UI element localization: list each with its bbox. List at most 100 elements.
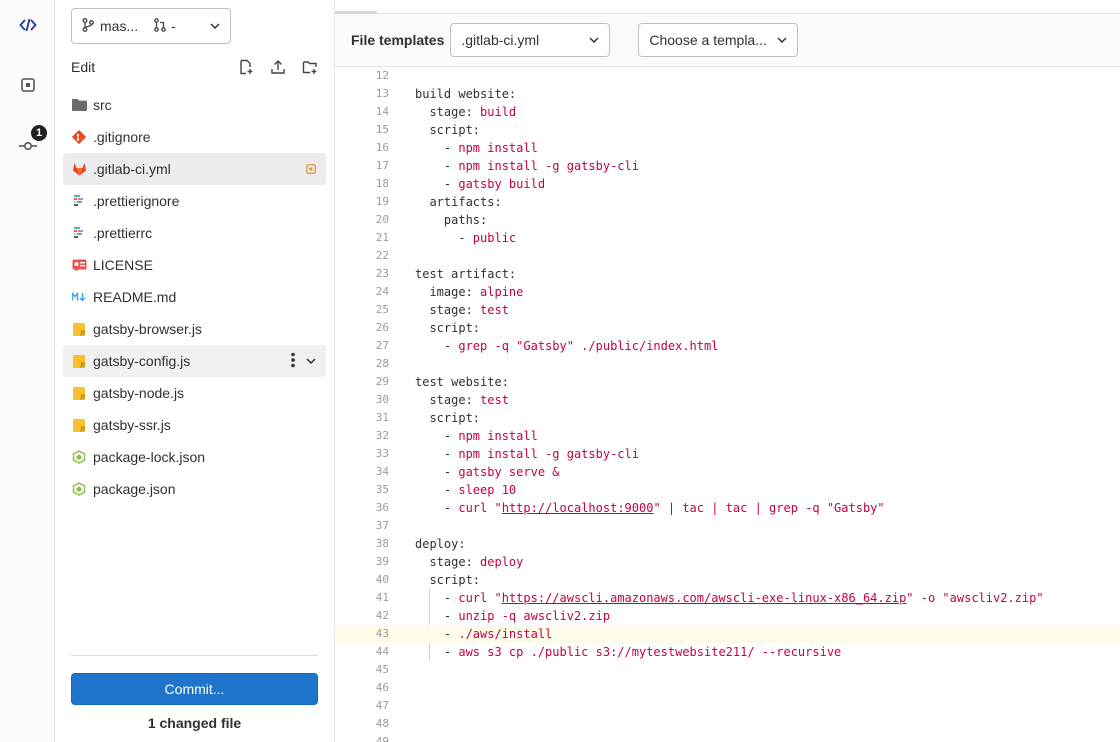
code-line[interactable]: 16 - npm install <box>335 139 1120 157</box>
review-mode-button[interactable] <box>0 61 55 111</box>
code-key: image: <box>415 285 481 299</box>
prettier-icon <box>71 193 87 209</box>
code-line[interactable]: 25 stage: test <box>335 301 1120 319</box>
line-code: - npm install -g gatsby-cli <box>415 157 639 175</box>
line-number: 24 <box>375 285 389 298</box>
code-line[interactable]: 14 stage: build <box>335 103 1120 121</box>
tree-item-readme[interactable]: README.md <box>63 281 326 313</box>
branch-dropdown[interactable]: mas... - <box>71 8 231 44</box>
code-line[interactable]: 17 - npm install -g gatsby-cli <box>335 157 1120 175</box>
tree-item-license[interactable]: LICENSE <box>63 249 326 281</box>
tree-item-label: package-lock.json <box>93 449 206 465</box>
line-code: - aws s3 cp ./public s3://mytestwebsite2… <box>415 643 841 661</box>
code-key: - <box>415 501 459 515</box>
code-line[interactable]: 44 - aws s3 cp ./public s3://mytestwebsi… <box>335 643 1120 661</box>
tree-item-gatsby-browser[interactable]: JS gatsby-browser.js <box>63 313 326 345</box>
code-line[interactable]: 48 <box>335 715 1120 733</box>
code-line[interactable]: 49 <box>335 733 1120 742</box>
code-line[interactable]: 20 paths: <box>335 211 1120 229</box>
code-line[interactable]: 47 <box>335 697 1120 715</box>
code-line[interactable]: 18 - gatsby build <box>335 175 1120 193</box>
tree-item-prettierrc[interactable]: .prettierrc <box>63 217 326 249</box>
code-line[interactable]: 34 - gatsby serve & <box>335 463 1120 481</box>
tree-item-package-lock[interactable]: package-lock.json <box>63 441 326 473</box>
code-line[interactable]: 41 - curl "https://awscli.amazonaws.com/… <box>335 589 1120 607</box>
code-line[interactable]: 22 <box>335 247 1120 265</box>
code-line[interactable]: 38 deploy: <box>335 535 1120 553</box>
tree-item-gatsby-config[interactable]: JS gatsby-config.js <box>63 345 326 377</box>
tree-item-gitlab-ci[interactable]: .gitlab-ci.yml <box>63 153 326 185</box>
code-line[interactable]: 42 - unzip -q awscliv2.zip <box>335 607 1120 625</box>
new-directory-icon[interactable] <box>301 58 319 76</box>
code-line[interactable]: 29 test website: <box>335 373 1120 391</box>
commit-button[interactable]: Commit... <box>71 673 318 705</box>
code-line[interactable]: 35 - sleep 10 <box>335 481 1120 499</box>
code-line[interactable]: 23 test artifact: <box>335 265 1120 283</box>
line-code: script: <box>415 319 480 337</box>
edit-header: Edit <box>71 52 319 82</box>
code-line[interactable]: 12 <box>335 67 1120 85</box>
line-code: build website: <box>415 85 516 103</box>
tree-item-gatsby-node[interactable]: JS gatsby-node.js <box>63 377 326 409</box>
code-line[interactable]: 26 script: <box>335 319 1120 337</box>
line-number: 46 <box>375 681 389 694</box>
code-url[interactable]: https://awscli.amazonaws.com/awscli-exe-… <box>502 591 907 605</box>
line-number: 30 <box>375 393 389 406</box>
code-line[interactable]: 27 - grep -q "Gatsby" ./public/index.htm… <box>335 337 1120 355</box>
edit-mode-button[interactable] <box>0 1 55 51</box>
code-line[interactable]: 37 <box>335 517 1120 535</box>
node-icon <box>71 481 87 497</box>
line-number: 31 <box>375 411 389 424</box>
code-line[interactable]: 31 script: <box>335 409 1120 427</box>
code-key: script: <box>415 411 481 425</box>
commit-mode-button[interactable] <box>0 121 55 171</box>
code-line[interactable]: 33 - npm install -g gatsby-cli <box>335 445 1120 463</box>
tree-item-src[interactable]: src <box>63 89 326 121</box>
code-line[interactable]: 24 image: alpine <box>335 283 1120 301</box>
code-value: curl " <box>458 591 502 605</box>
tree-item-label: .gitlab-ci.yml <box>93 161 171 177</box>
upload-icon[interactable] <box>269 58 287 76</box>
code-line[interactable]: 45 <box>335 661 1120 679</box>
code-line[interactable]: 43 - ./aws/install <box>335 625 1120 643</box>
code-key: stage: <box>415 393 481 407</box>
template-type-dropdown[interactable]: .gitlab-ci.yml <box>450 23 611 57</box>
code-url[interactable]: http://localhost:9000 <box>502 501 654 515</box>
code-line[interactable]: 46 <box>335 679 1120 697</box>
code-line[interactable]: 21 - public <box>335 229 1120 247</box>
code-line[interactable]: 39 stage: deploy <box>335 553 1120 571</box>
code-key: script: <box>415 573 481 587</box>
activity-bar: 1 <box>0 0 55 742</box>
line-number: 19 <box>375 195 389 208</box>
line-code: stage: deploy <box>415 553 523 571</box>
code-line[interactable]: 36 - curl "http://localhost:9000" | tac … <box>335 499 1120 517</box>
template-choice-dropdown[interactable]: Choose a templa... <box>638 23 799 57</box>
chevron-down-icon[interactable] <box>306 358 316 364</box>
code-line[interactable]: 40 script: <box>335 571 1120 589</box>
code-value: npm install <box>458 429 538 443</box>
line-number: 13 <box>375 87 389 100</box>
svg-text:JS: JS <box>80 330 86 336</box>
tree-item-package[interactable]: package.json <box>63 473 326 505</box>
line-code: - unzip -q awscliv2.zip <box>415 607 610 625</box>
line-code: stage: build <box>415 103 516 121</box>
line-code: artifacts: <box>415 193 501 211</box>
code-line[interactable]: 30 stage: test <box>335 391 1120 409</box>
code-key: - <box>415 339 459 353</box>
code-line[interactable]: 28 <box>335 355 1120 373</box>
code-line[interactable]: 15 script: <box>335 121 1120 139</box>
tree-item-label: package.json <box>93 481 176 497</box>
code-line[interactable]: 32 - npm install <box>335 427 1120 445</box>
tree-item-gatsby-ssr[interactable]: JS gatsby-ssr.js <box>63 409 326 441</box>
code-line[interactable]: 19 artifacts: <box>335 193 1120 211</box>
code-editor[interactable]: 12 13 build website: 14 stage: build 15 scri… <box>335 67 1120 742</box>
tree-item-gitignore[interactable]: .gitignore <box>63 121 326 153</box>
tree-item-prettierignore[interactable]: .prettierignore <box>63 185 326 217</box>
new-file-icon[interactable] <box>237 58 255 76</box>
line-code: stage: test <box>415 301 509 319</box>
code-line[interactable]: 13 build website: <box>335 85 1120 103</box>
code-value: grep -q "Gatsby" ./public/index.html <box>458 339 719 353</box>
changed-files-count: 1 changed file <box>147 715 242 731</box>
more-actions-icon[interactable] <box>290 352 296 371</box>
line-code: - npm install -g gatsby-cli <box>415 445 639 463</box>
